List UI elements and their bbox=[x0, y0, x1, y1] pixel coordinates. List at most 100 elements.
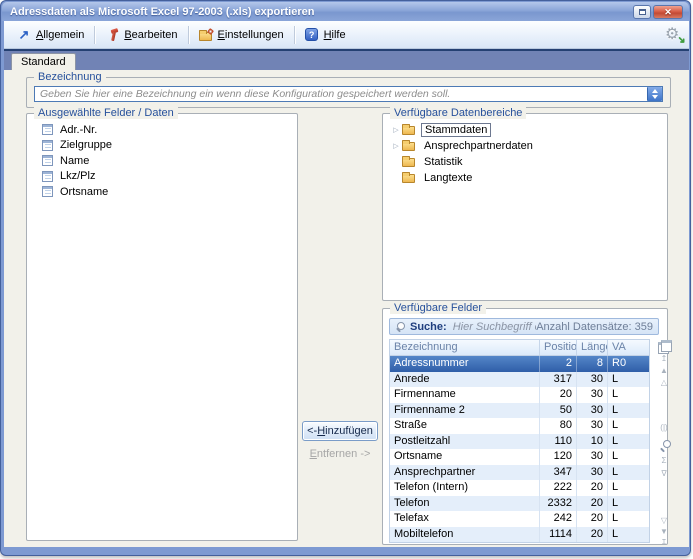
collapse-up-icon[interactable]: △ bbox=[657, 379, 671, 387]
table-row[interactable]: Mobiltelefon111420L bbox=[390, 527, 649, 543]
toolbar-button-label: Einstellungen bbox=[218, 29, 284, 41]
fields-table-header[interactable]: BezeichnungPositionLängeVA bbox=[390, 340, 649, 356]
selected-fields-list: Adr.-Nr. Zielgruppe NameLkz/PlzOrtsname bbox=[29, 122, 295, 538]
tree-item-label: Langtexte bbox=[421, 172, 475, 184]
table-cell: R0 bbox=[608, 356, 649, 372]
fields-table: BezeichnungPositionLängeVA Adressnummer2… bbox=[389, 339, 650, 543]
spin-down-icon bbox=[652, 95, 658, 99]
table-cell: 20 bbox=[540, 387, 577, 403]
table-row[interactable]: Firmenname2030L bbox=[390, 387, 649, 403]
close-button[interactable]: ✕ bbox=[653, 5, 683, 19]
table-row[interactable]: Adressnummer28R0 bbox=[390, 356, 649, 372]
table-row[interactable]: Ortsname12030L bbox=[390, 449, 649, 465]
table-cell: 30 bbox=[577, 465, 608, 481]
tree-item-langtexte[interactable]: Langtexte bbox=[385, 170, 665, 186]
table-cell: L bbox=[608, 511, 649, 527]
move-up-icon[interactable]: ▲ bbox=[657, 367, 671, 375]
bezeichnung-combobox[interactable]: Geben Sie hier eine Bezeichnung ein wenn… bbox=[34, 86, 663, 102]
table-cell: 20 bbox=[577, 527, 608, 543]
table-cell: Straße bbox=[390, 418, 540, 434]
spin-up-icon bbox=[652, 89, 658, 93]
column-header-va[interactable]: VA bbox=[608, 340, 649, 355]
table-cell: L bbox=[608, 480, 649, 496]
table-cell: L bbox=[608, 434, 649, 450]
table-cell: 30 bbox=[577, 418, 608, 434]
selected-field-label: Adr.-Nr. bbox=[60, 124, 97, 136]
table-row[interactable]: Postleitzahl11010L bbox=[390, 434, 649, 450]
column-header-länge[interactable]: Länge bbox=[577, 340, 608, 355]
table-cell: Ansprechpartner bbox=[390, 465, 540, 481]
table-row[interactable]: Straße8030L bbox=[390, 418, 649, 434]
column-header-position[interactable]: Position bbox=[540, 340, 577, 355]
export-gear-button[interactable]: ⚙ ➜ bbox=[665, 26, 683, 44]
selected-field-item[interactable]: Zielgruppe bbox=[29, 138, 295, 154]
selected-field-item[interactable]: Name bbox=[29, 153, 295, 169]
table-cell: 222 bbox=[540, 480, 577, 496]
filter-icon[interactable]: ∇ bbox=[657, 470, 671, 478]
toolbar-button-bearbeiten[interactable]: Bearbeiten bbox=[98, 25, 184, 45]
tree-item-ansprechpartnerdaten[interactable]: ▷ Ansprechpartnerdaten bbox=[385, 138, 665, 154]
toolbar-buttons: ↗Allgemein Bearbeiten Einstellungen? Hilfe bbox=[10, 25, 353, 45]
toolbar-separator bbox=[94, 26, 95, 44]
table-cell: Firmenname 2 bbox=[390, 403, 540, 419]
close-icon: ✕ bbox=[664, 8, 672, 17]
dialog-content: Bezeichnung Geben Sie hier eine Bezeichn… bbox=[4, 70, 689, 547]
column-header-bezeichnung[interactable]: Bezeichnung bbox=[390, 340, 540, 355]
table-cell: 2 bbox=[540, 356, 577, 372]
table-cell: 242 bbox=[540, 511, 577, 527]
insert-icon[interactable]: (|) bbox=[657, 424, 671, 432]
table-row[interactable]: Telefax24220L bbox=[390, 511, 649, 527]
table-row[interactable]: Ansprechpartner34730L bbox=[390, 465, 649, 481]
table-cell: Telefax bbox=[390, 511, 540, 527]
tree-item-statistik[interactable]: Statistik bbox=[385, 154, 665, 170]
tree-item-label: Ansprechpartnerdaten bbox=[421, 140, 536, 152]
toolbar-button-label: Allgemein bbox=[36, 29, 84, 41]
toolbar-separator bbox=[188, 26, 189, 44]
restore-button[interactable] bbox=[633, 5, 651, 19]
selected-field-label: Zielgruppe bbox=[60, 139, 112, 151]
table-row[interactable]: Telefon (Intern)22220L bbox=[390, 480, 649, 496]
tab-strip: Standard bbox=[4, 49, 689, 70]
toolbar-button-allgemein[interactable]: ↗Allgemein bbox=[10, 25, 91, 45]
selected-field-item[interactable]: Adr.-Nr. bbox=[29, 122, 295, 138]
toolbar-button-hilfe[interactable]: ? Hilfe bbox=[298, 25, 353, 45]
folder-settings-icon bbox=[199, 28, 213, 42]
folder-icon bbox=[402, 158, 415, 167]
table-row[interactable]: Telefon233220L bbox=[390, 496, 649, 512]
tree-item-stammdaten[interactable]: ▷Stammdaten bbox=[385, 122, 665, 138]
selected-field-item[interactable]: Ortsname bbox=[29, 184, 295, 200]
bezeichnung-placeholder: Geben Sie hier eine Bezeichnung ein wenn… bbox=[35, 88, 647, 100]
bezeichnung-group-label: Bezeichnung bbox=[34, 71, 106, 83]
combobox-spinner[interactable] bbox=[647, 87, 662, 101]
toolbar-button-einstellungen[interactable]: Einstellungen bbox=[192, 25, 291, 45]
table-nav-strip: ↥▲△(|)Σ∇▽▼↧ bbox=[657, 339, 671, 542]
tab-standard[interactable]: Standard bbox=[11, 53, 76, 70]
table-cell: 317 bbox=[540, 372, 577, 388]
expander-icon[interactable]: ▷ bbox=[391, 142, 401, 150]
title-bar[interactable]: Adressdaten als Microsoft Excel 97-2003 … bbox=[2, 2, 689, 21]
table-cell: 50 bbox=[540, 403, 577, 419]
table-row[interactable]: Firmenname 25030L bbox=[390, 403, 649, 419]
table-row[interactable]: Anrede31730L bbox=[390, 372, 649, 388]
restore-icon bbox=[639, 9, 646, 15]
search-bar[interactable]: Suche: Hier Suchbegriff eingebe Anzahl D… bbox=[389, 318, 659, 335]
folder-icon bbox=[402, 126, 415, 135]
search-icon bbox=[397, 322, 405, 330]
expander-icon[interactable]: ▷ bbox=[391, 126, 401, 134]
search-icon[interactable] bbox=[661, 440, 671, 450]
help-icon: ? bbox=[305, 28, 319, 42]
toolbar-button-label: Hilfe bbox=[324, 29, 346, 41]
move-down-icon[interactable]: ▼ bbox=[657, 528, 671, 536]
selected-field-item[interactable]: Lkz/Plz bbox=[29, 169, 295, 185]
table-cell: 30 bbox=[577, 403, 608, 419]
collapse-down-icon[interactable]: ▽ bbox=[657, 517, 671, 525]
toolbar-button-label: Bearbeiten bbox=[124, 29, 177, 41]
bezeichnung-group: Bezeichnung Geben Sie hier eine Bezeichn… bbox=[26, 77, 671, 108]
table-cell: 20 bbox=[577, 480, 608, 496]
scroll-to-bottom-icon[interactable]: ↧ bbox=[657, 539, 671, 547]
table-grid-icon bbox=[42, 186, 53, 197]
table-cell: L bbox=[608, 449, 649, 465]
scroll-to-top-icon[interactable]: ↥ bbox=[657, 355, 671, 363]
add-button[interactable]: <- Hinzufügen bbox=[302, 421, 378, 441]
sum-icon[interactable]: Σ bbox=[657, 457, 671, 465]
